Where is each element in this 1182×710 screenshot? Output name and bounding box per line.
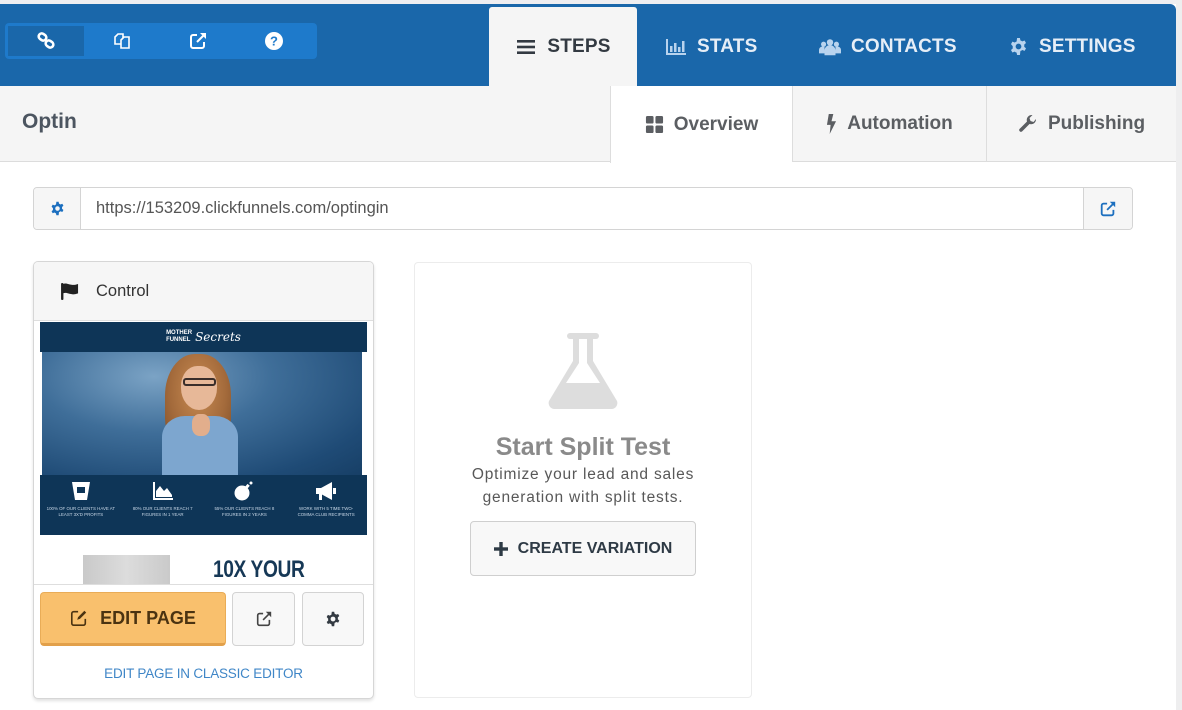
copy-button[interactable] <box>84 26 160 56</box>
wrench-icon <box>1019 114 1036 132</box>
bucket-icon <box>71 482 90 500</box>
open-preview-button[interactable] <box>232 592 295 646</box>
preview-headline: 10X YOUR <box>213 556 305 583</box>
edit-classic-editor-link[interactable]: EDIT PAGE IN CLASSIC EDITOR <box>34 666 373 681</box>
bomb-icon <box>234 481 253 501</box>
url-bar <box>33 187 1133 230</box>
preview-stat: 100% of our clients have at least 3X'd p… <box>46 481 116 518</box>
split-test-card: Start Split Test Optimize your lead and … <box>414 262 752 698</box>
gear-icon <box>51 201 63 216</box>
page-preview-thumbnail[interactable]: MOTHER FUNNEL Secrets 100% of our client… <box>40 322 367 584</box>
preview-stat: Work with 5 time two-comma club recipien… <box>291 481 361 518</box>
tab-settings-label: SETTINGS <box>1039 35 1136 57</box>
page-url-input[interactable] <box>81 188 1083 229</box>
preview-stats-strip: 100% of our clients have at least 3X'd p… <box>40 475 367 535</box>
external-link-icon <box>256 611 271 627</box>
edit-icon <box>71 610 87 627</box>
url-settings-button[interactable] <box>34 188 81 229</box>
preview-stat: 55% our clients reach 8 figures in 2 yea… <box>209 481 279 518</box>
subtab-publishing[interactable]: Publishing <box>986 86 1176 162</box>
bar-chart-icon <box>665 36 687 58</box>
main-tabs: STEPS STATS CONTACTS SETTINGS <box>489 7 1136 86</box>
flag-icon <box>61 282 79 300</box>
page-scrollbar[interactable] <box>1176 0 1182 710</box>
control-title: Control <box>96 281 150 300</box>
subtab-overview-label: Overview <box>673 113 759 135</box>
area-chart-icon <box>152 482 173 500</box>
flask-icon <box>548 333 618 409</box>
bars-icon <box>515 36 537 58</box>
preview-product-image <box>83 555 170 584</box>
tab-stats-label: STATS <box>697 35 758 57</box>
external-link-icon <box>1100 201 1116 216</box>
create-variation-button[interactable]: CREATE VARIATION <box>470 521 696 576</box>
control-card-header: Control <box>34 262 373 321</box>
plus-icon <box>493 541 508 556</box>
open-page-button[interactable] <box>160 26 236 56</box>
tab-steps-label: STEPS <box>547 35 611 57</box>
create-variation-label: CREATE VARIATION <box>517 539 673 557</box>
edit-page-label: EDIT PAGE <box>100 607 196 628</box>
step-title: Optin <box>22 110 77 133</box>
help-button[interactable]: ? <box>236 26 312 56</box>
funnel-toolbar: ? <box>5 23 317 59</box>
grid-icon <box>645 115 663 134</box>
control-card-actions: EDIT PAGE EDIT PAGE IN CLASSIC EDITOR <box>34 584 373 681</box>
step-subtabs: Overview Automation Publishing <box>610 86 1176 163</box>
subtab-publishing-label: Publishing <box>1047 113 1146 134</box>
copy-icon <box>114 33 130 49</box>
page-settings-button[interactable] <box>302 592 364 646</box>
subtab-automation-label: Automation <box>847 113 953 134</box>
bolt-icon <box>827 114 837 134</box>
help-icon: ? <box>265 32 283 50</box>
preview-stat: 80% our clients reach 7 figures in 1 yea… <box>128 481 198 518</box>
subtab-overview[interactable]: Overview <box>610 86 792 163</box>
preview-hero-image <box>42 352 362 475</box>
preview-logo-script: Secrets <box>195 330 241 344</box>
funnel-step-page: ? STEPS STATS CONTACTS SETTINGS Optin Ov… <box>0 0 1182 710</box>
megaphone-icon <box>316 482 337 500</box>
gear-icon <box>1007 36 1029 58</box>
link-button[interactable] <box>8 26 84 56</box>
tab-contacts-label: CONTACTS <box>851 35 957 57</box>
tab-stats[interactable]: STATS <box>637 7 787 86</box>
preview-body: 10X YOUR <box>40 535 367 584</box>
split-test-description: Optimize your lead and sales generation … <box>471 466 695 506</box>
gear-icon <box>326 611 340 627</box>
preview-logo-bar: MOTHER FUNNEL Secrets <box>40 322 367 352</box>
tab-steps[interactable]: STEPS <box>489 7 637 86</box>
edit-page-button[interactable]: EDIT PAGE <box>40 592 226 646</box>
svg-text:?: ? <box>270 34 278 49</box>
tab-settings[interactable]: SETTINGS <box>977 7 1136 86</box>
tab-contacts[interactable]: CONTACTS <box>787 7 977 86</box>
funnel-header: ? STEPS STATS CONTACTS SETTINGS <box>0 4 1176 86</box>
open-url-button[interactable] <box>1083 188 1132 229</box>
link-icon <box>37 32 55 49</box>
subtab-automation[interactable]: Automation <box>792 86 986 162</box>
users-icon <box>819 36 841 58</box>
external-link-icon <box>190 33 206 49</box>
preview-logo: MOTHER FUNNEL <box>166 330 193 343</box>
step-subheader: Optin Overview Automation Publishing <box>0 86 1176 163</box>
split-test-title: Start Split Test <box>495 433 671 461</box>
control-variation-card: Control MOTHER FUNNEL Secrets 100% OF OU… <box>33 261 374 699</box>
